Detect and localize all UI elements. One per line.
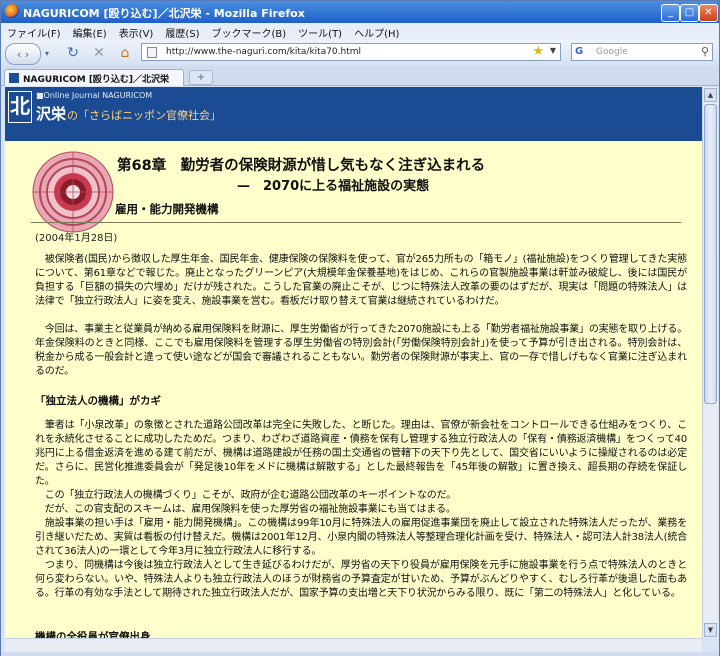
publication-name: ■Online Journal NAGURICOM	[36, 91, 153, 100]
search-engine-icon[interactable]: G	[575, 46, 583, 57]
window-title: NAGURICOM [殴り込む]／北沢栄 - Mozilla Firefox	[23, 7, 305, 20]
section1-paragraph-3: だが、この官支配のスキームは、雇用保険料を使った厚労省の福祉施設事業にも当てはま…	[35, 504, 456, 515]
tab-naguricom[interactable]: NAGURICOM [殴り込む]／北沢栄	[4, 69, 184, 86]
history-dropdown-button[interactable]: ▾	[43, 43, 51, 63]
section-heading-1: 「独立法人の機構」がカギ	[35, 395, 161, 407]
navigation-toolbar: ‹ › ▾ ↻ ✕ ⌂ http://www.the-naguri.com/ki…	[1, 40, 719, 67]
menu-help[interactable]: ヘルプ(H)	[348, 23, 405, 40]
section-heading-2: 機構の全役員が官僚出身	[35, 631, 151, 638]
scroll-up-button[interactable]: ▲	[704, 88, 717, 102]
site-banner: 北 ■Online Journal NAGURICOM 沢栄 の「さらばニッポン…	[5, 87, 702, 141]
section1-paragraph-2: この「独立行政法人の機構づくり」こそが、政府が企む道路公団改革のキーポイントなの…	[35, 490, 456, 501]
url-dropdown-icon[interactable]: ▼	[550, 46, 556, 55]
section1-paragraph-5: つまり、同機構は今後は独立行政法人として生き延びるわけだが、厚労省の天下り役員が…	[35, 560, 687, 599]
url-text: http://www.the-naguri.com/kita/kita70.ht…	[166, 47, 362, 57]
back-arrow-icon: ‹	[16, 47, 22, 61]
title-divider	[31, 222, 681, 223]
back-button[interactable]: ‹ ›	[5, 43, 41, 65]
menu-bar: ファイル(F) 編集(E) 表示(V) 履歴(S) ブックマーク(B) ツール(T) ヘルプ…	[1, 23, 719, 40]
menu-tools[interactable]: ツール(T)	[292, 23, 348, 40]
title-bar: NAGURICOM [殴り込む]／北沢栄 - Mozilla Firefox _…	[1, 1, 719, 23]
column-name: の「さらばニッポン官僚社会」	[67, 109, 221, 122]
maximize-button[interactable]: □	[680, 4, 699, 22]
page-icon	[147, 47, 157, 58]
new-tab-button[interactable]: +	[189, 70, 213, 85]
close-button[interactable]: ✕	[699, 4, 718, 22]
menu-bookmarks[interactable]: ブックマーク(B)	[206, 23, 293, 40]
intro-paragraph-2: 今回は、事業主と従業員が納める雇用保険料を財源に、厚生労働省が行ってきた2070…	[35, 324, 687, 377]
menu-file[interactable]: ファイル(F)	[1, 23, 67, 40]
status-bar	[1, 652, 719, 656]
home-button[interactable]: ⌂	[115, 43, 135, 63]
chapter-subtitle: — 2070に上る福祉施設の実態	[237, 179, 430, 194]
reload-button[interactable]: ↻	[63, 43, 83, 63]
author-name: 沢栄	[36, 105, 67, 123]
page-content: 北 ■Online Journal NAGURICOM 沢栄 の「さらばニッポン…	[5, 87, 702, 638]
minimize-button[interactable]: _	[661, 4, 680, 22]
vertical-scrollbar[interactable]: ▲ ▼	[702, 87, 718, 638]
scroll-down-button[interactable]: ▼	[704, 623, 717, 637]
intro-paragraph-1: 被保険者(国民)から徴収した厚生年金、国民年金、健康保険の保険料を使って、官が2…	[35, 254, 687, 307]
menu-history[interactable]: 履歴(S)	[159, 23, 205, 40]
chapter-title: 第68章 勤労者の保険財源が惜し気もなく注ぎ込まれる	[117, 158, 486, 174]
search-icon[interactable]: ⚲	[701, 45, 709, 58]
section1-paragraph-4: 施設事業の担い手は「雇用・能力開発機構」。この機構は99年10月に特殊法人の雇用…	[35, 518, 687, 557]
tab-bar: NAGURICOM [殴り込む]／北沢栄 +	[1, 66, 719, 86]
reload-icon: ↻	[67, 45, 79, 61]
article-date: (2004年1月28日)	[35, 233, 118, 244]
search-box[interactable]: G Google ⚲	[571, 43, 713, 61]
scroll-thumb[interactable]	[704, 104, 717, 404]
tab-favicon-icon	[9, 73, 19, 83]
tab-label: NAGURICOM [殴り込む]／北沢栄	[23, 75, 170, 85]
menu-edit[interactable]: 編集(E)	[67, 23, 113, 40]
bookmark-star-icon[interactable]: ★	[532, 44, 544, 59]
browser-window: NAGURICOM [殴り込む]／北沢栄 - Mozilla Firefox _…	[0, 0, 720, 656]
kita-logo: 北	[8, 91, 32, 123]
stop-icon: ✕	[93, 45, 105, 61]
horizontal-scrollbar[interactable]	[5, 638, 702, 653]
firefox-logo-icon	[5, 4, 19, 18]
forward-arrow-icon: ›	[24, 47, 30, 61]
url-bar[interactable]: http://www.the-naguri.com/kita/kita70.ht…	[141, 43, 561, 61]
section1-paragraph-1: 筆者は「小泉改革」の象徴とされた道路公団改革は完全に失敗した、と断じた。理由は、…	[35, 420, 687, 487]
menu-view[interactable]: 表示(V)	[113, 23, 160, 40]
stop-button[interactable]: ✕	[89, 43, 109, 63]
search-input[interactable]: Google	[596, 47, 628, 57]
chapter-category: 雇用・能力開発機構	[115, 202, 219, 216]
home-icon: ⌂	[120, 45, 130, 61]
